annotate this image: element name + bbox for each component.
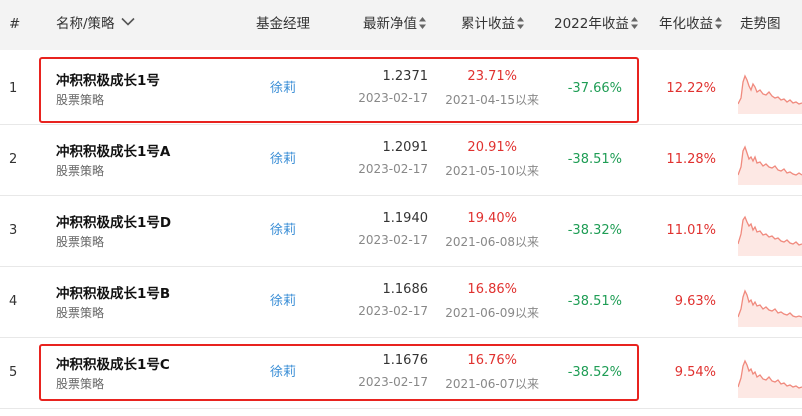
latest-nav-value: 1.2091 (382, 140, 429, 155)
sort-arrows-icon[interactable] (715, 17, 722, 29)
since-date: 2021-05-10以来 (445, 164, 539, 178)
trend-sparkline[interactable] (738, 346, 802, 398)
fund-name[interactable]: 冲积积极成长1号D (56, 211, 171, 231)
table-row[interactable]: 5 冲积积极成长1号C 股票策略 徐莉 1.1676 2023-02-17 16… (0, 338, 802, 409)
fund-manager-link[interactable]: 徐莉 (270, 125, 296, 195)
return-2022-value: -38.32% (567, 223, 622, 238)
header-latest-nav[interactable]: 最新净值 (363, 0, 426, 50)
annualized-return-value: 12.22% (666, 81, 716, 96)
fund-strategy: 股票策略 (56, 377, 105, 391)
header-return-2022[interactable]: 2022年收益 (554, 0, 638, 50)
annualized-return-value: 9.54% (674, 365, 716, 380)
cumulative-return-value: 16.76% (467, 353, 517, 368)
latest-nav-value: 1.1686 (382, 282, 429, 297)
since-date: 2021-06-08以来 (445, 235, 539, 249)
row-index: 1 (9, 81, 18, 96)
fund-manager-link[interactable]: 徐莉 (270, 196, 296, 266)
latest-nav-value: 1.1676 (382, 353, 429, 368)
nav-date: 2023-02-17 (358, 375, 428, 389)
return-2022-value: -37.66% (567, 81, 622, 96)
fund-manager-link[interactable]: 徐莉 (270, 267, 296, 337)
annualized-return-value: 11.28% (666, 152, 716, 167)
nav-date: 2023-02-17 (358, 91, 428, 105)
cumulative-return-value: 20.91% (467, 140, 517, 155)
header-annualized-return-label: 年化收益 (659, 16, 713, 32)
return-2022-value: -38.51% (567, 294, 622, 309)
table-row[interactable]: 1 冲积积极成长1号 股票策略 徐莉 1.2371 2023-02-17 23.… (0, 54, 802, 125)
nav-date: 2023-02-17 (358, 162, 428, 176)
return-2022-value: -38.52% (567, 365, 622, 380)
fund-manager-link[interactable]: 徐莉 (270, 338, 296, 408)
header-cumulative-return-label: 累计收益 (461, 16, 515, 32)
row-index: 4 (9, 294, 18, 309)
annualized-return-value: 9.63% (674, 294, 716, 309)
sort-arrows-icon[interactable] (419, 17, 426, 29)
table-row[interactable]: 3 冲积积极成长1号D 股票策略 徐莉 1.1940 2023-02-17 19… (0, 196, 802, 267)
header-annualized-return[interactable]: 年化收益 (659, 0, 722, 50)
fund-name[interactable]: 冲积积极成长1号B (56, 282, 170, 302)
header-index: # (9, 16, 21, 32)
fund-strategy: 股票策略 (56, 306, 105, 320)
cumulative-return-value: 23.71% (467, 69, 517, 84)
header-return-2022-label: 2022年收益 (554, 16, 629, 32)
header-trend: 走势图 (740, 16, 781, 32)
return-2022-value: -38.51% (567, 152, 622, 167)
table-header: # 名称/策略 基金经理 最新净值 累计收益 2022年收益 年化收益 走势图 (0, 0, 802, 50)
since-date: 2021-04-15以来 (445, 93, 539, 107)
since-date: 2021-06-09以来 (445, 306, 539, 320)
cumulative-return-value: 16.86% (467, 282, 517, 297)
trend-sparkline[interactable] (738, 133, 802, 185)
fund-strategy: 股票策略 (56, 235, 105, 249)
sort-arrows-icon[interactable] (630, 17, 638, 29)
table-row[interactable]: 4 冲积积极成长1号B 股票策略 徐莉 1.1686 2023-02-17 16… (0, 267, 802, 338)
trend-sparkline[interactable] (738, 275, 802, 327)
nav-date: 2023-02-17 (358, 304, 428, 318)
header-cumulative-return[interactable]: 累计收益 (461, 0, 524, 50)
fund-name[interactable]: 冲积积极成长1号C (56, 353, 170, 373)
fund-name[interactable]: 冲积积极成长1号 (56, 69, 160, 89)
row-index: 2 (9, 152, 18, 167)
fund-strategy: 股票策略 (56, 93, 105, 107)
header-name-label: 名称/策略 (56, 16, 115, 32)
row-index: 5 (9, 365, 18, 380)
since-date: 2021-06-07以来 (445, 377, 539, 391)
fund-manager-link[interactable]: 徐莉 (270, 54, 296, 124)
trend-sparkline[interactable] (738, 204, 802, 256)
annualized-return-value: 11.01% (666, 223, 716, 238)
fund-strategy: 股票策略 (56, 164, 105, 178)
trend-sparkline[interactable] (738, 62, 802, 114)
chevron-down-icon[interactable] (120, 0, 135, 46)
header-name-strategy[interactable]: 名称/策略 (56, 0, 135, 50)
table-row[interactable]: 2 冲积积极成长1号A 股票策略 徐莉 1.2091 2023-02-17 20… (0, 125, 802, 196)
fund-name[interactable]: 冲积积极成长1号A (56, 140, 170, 160)
cumulative-return-value: 19.40% (467, 211, 517, 226)
row-index: 3 (9, 223, 18, 238)
header-latest-nav-label: 最新净值 (363, 16, 417, 32)
sort-arrows-icon[interactable] (517, 17, 524, 29)
header-manager: 基金经理 (256, 16, 310, 32)
latest-nav-value: 1.1940 (382, 211, 429, 226)
latest-nav-value: 1.2371 (382, 69, 429, 84)
nav-date: 2023-02-17 (358, 233, 428, 247)
